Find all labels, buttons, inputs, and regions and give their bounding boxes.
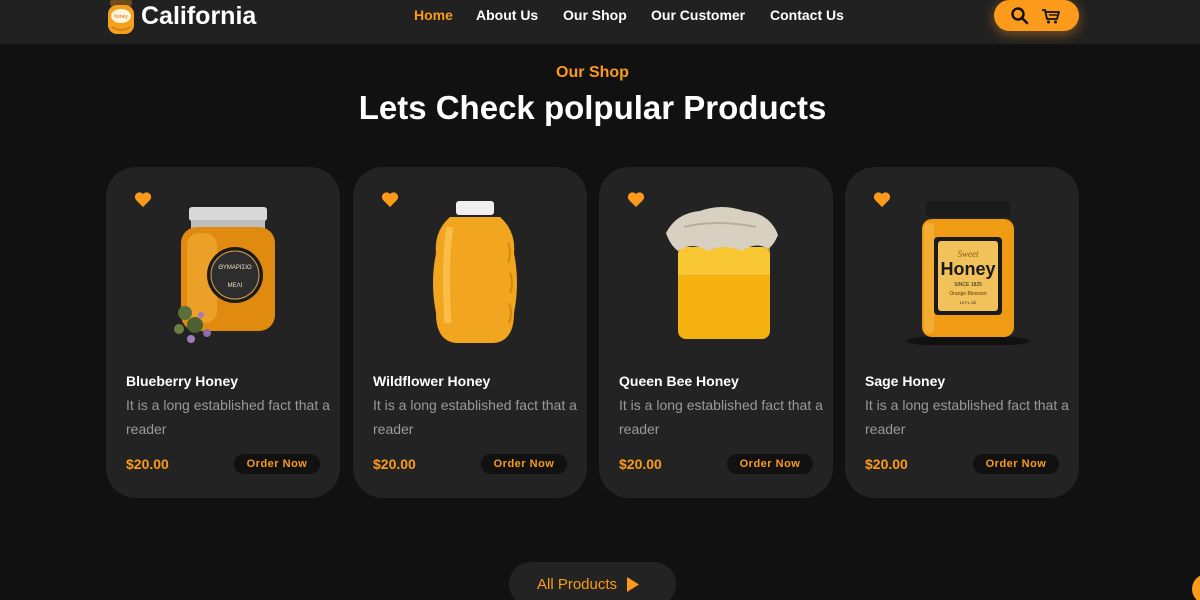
honey-jar-cloth-image bbox=[666, 207, 778, 339]
heart-icon[interactable] bbox=[381, 191, 399, 208]
product-description: It is a long established fact that a rea… bbox=[865, 397, 1069, 437]
nav-our-shop[interactable]: Our Shop bbox=[563, 7, 627, 23]
honey-bottle-image bbox=[433, 201, 517, 343]
search-icon[interactable] bbox=[1010, 6, 1030, 26]
product-card: Queen Bee Honey It is a long established… bbox=[599, 167, 833, 498]
product-price: $20.00 bbox=[126, 456, 169, 472]
order-now-button[interactable]: Order Now bbox=[234, 454, 320, 474]
product-card: Wildflower Honey It is a long establishe… bbox=[353, 167, 587, 498]
nav-contact-us[interactable]: Contact Us bbox=[770, 7, 844, 23]
svg-text:ΘΥΜΑΡΙΣΙΟ: ΘΥΜΑΡΙΣΙΟ bbox=[218, 265, 252, 271]
product-card: ΘΥΜΑΡΙΣΙΟ ΜΕΛΙ Blueberry Honey It is a l… bbox=[106, 167, 340, 498]
scroll-top-button[interactable] bbox=[1192, 574, 1200, 600]
nav-our-customer[interactable]: Our Customer bbox=[651, 7, 745, 23]
order-now-button[interactable]: Order Now bbox=[481, 454, 567, 474]
navbar: honey California Home About Us Our Shop … bbox=[0, 0, 1200, 44]
nav-about-us[interactable]: About Us bbox=[476, 7, 538, 23]
product-price: $20.00 bbox=[373, 456, 416, 472]
svg-text:Sweet: Sweet bbox=[958, 249, 979, 259]
section-title: Lets Check polpular Products bbox=[358, 89, 827, 126]
honey-jar-label-image: Sweet Honey SINCE 1825 Orange Blossom 12… bbox=[906, 201, 1030, 345]
svg-text:SINCE 1825: SINCE 1825 bbox=[954, 282, 982, 288]
product-name: Queen Bee Honey bbox=[619, 373, 739, 389]
product-name: Wildflower Honey bbox=[373, 373, 491, 389]
product-price: $20.00 bbox=[865, 456, 908, 472]
section-label: Our Shop bbox=[556, 64, 629, 81]
product-description: It is a long established fact that a rea… bbox=[126, 397, 330, 437]
nav-home[interactable]: Home bbox=[414, 7, 453, 23]
honey-jar-herbs-image: ΘΥΜΑΡΙΣΙΟ ΜΕΛΙ bbox=[174, 207, 275, 343]
product-name: Sage Honey bbox=[865, 373, 946, 389]
play-arrow-icon bbox=[627, 576, 640, 592]
all-products-button[interactable]: All Products bbox=[509, 562, 676, 600]
svg-text:ΜΕΛΙ: ΜΕΛΙ bbox=[228, 283, 243, 289]
all-products-label: All Products bbox=[537, 575, 618, 593]
svg-text:Honey: Honey bbox=[940, 259, 995, 279]
product-card: Sweet Honey SINCE 1825 Orange Blossom 12… bbox=[845, 167, 1079, 498]
product-description: It is a long established fact that a rea… bbox=[619, 397, 823, 437]
heart-icon[interactable] bbox=[134, 191, 152, 208]
order-now-button[interactable]: Order Now bbox=[727, 454, 813, 474]
heart-icon[interactable] bbox=[627, 191, 645, 208]
cart-icon[interactable] bbox=[1041, 6, 1061, 26]
svg-text:12 FL OZ: 12 FL OZ bbox=[960, 300, 977, 305]
product-description: It is a long established fact that a rea… bbox=[373, 397, 577, 437]
nav-actions bbox=[994, 0, 1079, 31]
product-price: $20.00 bbox=[619, 456, 662, 472]
product-name: Blueberry Honey bbox=[126, 373, 239, 389]
order-now-button[interactable]: Order Now bbox=[973, 454, 1059, 474]
svg-text:Orange Blossom: Orange Blossom bbox=[949, 291, 986, 297]
heart-icon[interactable] bbox=[873, 191, 891, 208]
